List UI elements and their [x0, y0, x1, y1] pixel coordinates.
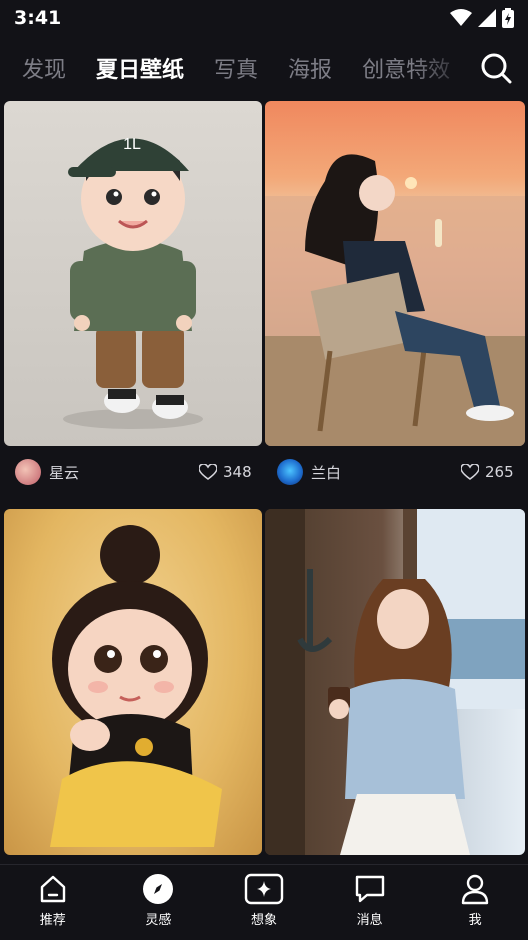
- heart-icon: [461, 464, 479, 480]
- status-time: 3:41: [14, 7, 62, 29]
- nav-messages[interactable]: 消息: [330, 865, 410, 928]
- battery-icon: [502, 8, 514, 28]
- bottom-navigation: 推荐 灵感 想象 消息 我: [0, 864, 528, 940]
- nav-label: 消息: [356, 913, 383, 928]
- feed-card-image[interactable]: 1L: [4, 101, 262, 446]
- tab-discover[interactable]: 发现: [22, 52, 66, 84]
- signal-icon: [478, 9, 496, 27]
- status-bar: 3:41: [0, 0, 528, 36]
- nav-label: 推荐: [39, 913, 66, 928]
- feed-card-author[interactable]: 星云: [15, 457, 79, 487]
- svg-text:1L: 1L: [123, 136, 141, 153]
- nav-label: 想象: [250, 913, 277, 928]
- home-icon: [40, 875, 65, 903]
- nav-recommend[interactable]: 推荐: [13, 865, 93, 928]
- compass-icon: [143, 874, 174, 904]
- tab-summer-wallpaper[interactable]: 夏日壁纸: [96, 52, 184, 84]
- profile-icon: [461, 874, 489, 905]
- nav-label: 灵感: [145, 913, 172, 928]
- search-button[interactable]: [478, 50, 514, 86]
- feed-card-author[interactable]: 兰白: [277, 457, 341, 487]
- author-name: 星云: [49, 463, 80, 482]
- nav-imagine[interactable]: 想象: [224, 865, 304, 928]
- nav-inspiration[interactable]: 灵感: [118, 865, 198, 928]
- feed-card-image[interactable]: [4, 509, 262, 855]
- heart-icon: [199, 464, 217, 480]
- like-button[interactable]: 348: [199, 457, 252, 487]
- like-button[interactable]: 265: [461, 457, 514, 487]
- wifi-icon: [450, 9, 472, 26]
- feed-card-image[interactable]: [265, 101, 525, 446]
- like-count: 348: [223, 463, 252, 481]
- author-avatar: [277, 459, 303, 485]
- status-icons: [450, 8, 514, 28]
- author-name: 兰白: [311, 463, 342, 482]
- tab-poster[interactable]: 海报: [288, 52, 332, 84]
- nav-label: 我: [468, 913, 482, 928]
- search-icon: [481, 53, 512, 84]
- author-avatar: [15, 459, 41, 485]
- message-icon: [355, 875, 384, 903]
- sparkle-icon: [244, 873, 284, 905]
- tab-fade: [412, 46, 472, 90]
- tab-portrait[interactable]: 写真: [214, 52, 258, 84]
- feed-card-image[interactable]: [265, 509, 525, 855]
- nav-me[interactable]: 我: [435, 865, 515, 928]
- like-count: 265: [485, 463, 514, 481]
